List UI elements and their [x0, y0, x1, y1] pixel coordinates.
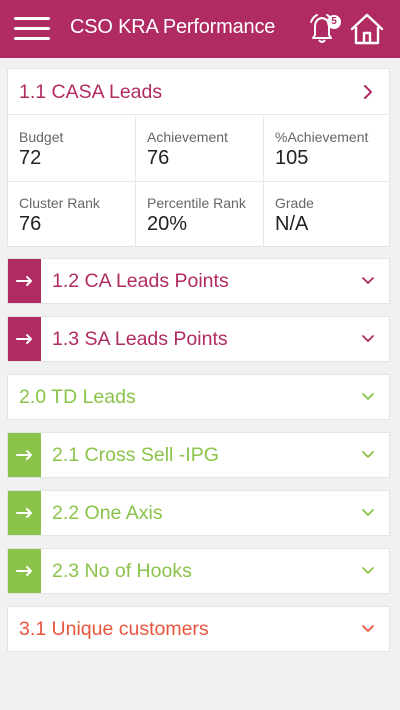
chevron-down-icon: [362, 335, 374, 342]
arrow-right-icon: [16, 276, 32, 286]
chevron-down-icon: [362, 509, 374, 516]
chevron-down-icon: [362, 451, 374, 458]
casa-leads-card: 1.1 CASA Leads Budget 72 Achievement 76 …: [7, 68, 391, 247]
section-cross-sell-ipg[interactable]: 2.1 Cross Sell -IPG: [7, 432, 390, 478]
notification-badge: 5: [327, 15, 341, 29]
metric-value: N/A: [275, 213, 309, 235]
section-unique-customers[interactable]: 3.1 Unique customers: [7, 606, 390, 652]
section-sa-leads-points[interactable]: 1.3 SA Leads Points: [7, 316, 390, 362]
chevron-down-icon: [362, 393, 374, 400]
casa-leads-header[interactable]: 1.1 CASA Leads: [8, 69, 389, 115]
metric-percentile-rank: Percentile Rank 20%: [135, 181, 263, 246]
metric-label: Budget: [19, 129, 64, 145]
hamburger-menu-icon[interactable]: [14, 16, 52, 42]
arrow-right-icon: [16, 508, 32, 518]
arrow-tag: [8, 317, 41, 361]
section-label: 1.3 SA Leads Points: [52, 328, 228, 350]
metric-percent-achievement: %Achievement 105: [263, 116, 391, 181]
metric-value: 105: [275, 147, 309, 169]
page-title: CSO KRA Performance: [70, 16, 276, 38]
metric-budget: Budget 72: [8, 116, 136, 181]
casa-leads-title: 1.1 CASA Leads: [19, 81, 163, 103]
arrow-right-icon: [16, 334, 32, 344]
metric-cluster-rank: Cluster Rank 76: [8, 181, 136, 246]
bell-icon[interactable]: 5: [303, 10, 341, 48]
chevron-right-icon: [364, 85, 372, 99]
section-label: 2.2 One Axis: [52, 502, 163, 524]
metric-value: 76: [147, 147, 170, 169]
metric-label: Cluster Rank: [19, 195, 100, 211]
app-header: CSO KRA Performance 5: [0, 0, 400, 58]
section-label: 1.2 CA Leads Points: [52, 270, 229, 292]
chevron-down-icon: [362, 277, 374, 284]
metric-label: %Achievement: [275, 129, 369, 145]
metric-grade: Grade N/A: [263, 181, 391, 246]
home-icon[interactable]: [348, 10, 386, 48]
arrow-tag: [8, 433, 41, 477]
metrics-grid: Budget 72 Achievement 76 %Achievement 10…: [8, 116, 391, 246]
section-no-of-hooks[interactable]: 2.3 No of Hooks: [7, 548, 390, 594]
metric-value: 20%: [147, 213, 188, 235]
metric-value: 76: [19, 213, 42, 235]
section-td-leads[interactable]: 2.0 TD Leads: [7, 374, 390, 420]
chevron-down-icon: [362, 625, 374, 632]
chevron-down-icon: [362, 567, 374, 574]
metric-label: Percentile Rank: [147, 195, 246, 211]
section-label: 2.1 Cross Sell -IPG: [52, 444, 219, 466]
arrow-right-icon: [16, 450, 32, 460]
section-label: 2.3 No of Hooks: [52, 560, 192, 582]
section-one-axis[interactable]: 2.2 One Axis: [7, 490, 390, 536]
metric-label: Achievement: [147, 129, 228, 145]
arrow-tag: [8, 259, 41, 303]
metric-label: Grade: [275, 195, 314, 211]
metric-achievement: Achievement 76: [135, 116, 263, 181]
arrow-tag: [8, 549, 41, 593]
metric-value: 72: [19, 147, 42, 169]
section-label: 3.1 Unique customers: [19, 618, 209, 640]
section-ca-leads-points[interactable]: 1.2 CA Leads Points: [7, 258, 390, 304]
section-label: 2.0 TD Leads: [19, 386, 136, 408]
arrow-right-icon: [16, 566, 32, 576]
arrow-tag: [8, 491, 41, 535]
